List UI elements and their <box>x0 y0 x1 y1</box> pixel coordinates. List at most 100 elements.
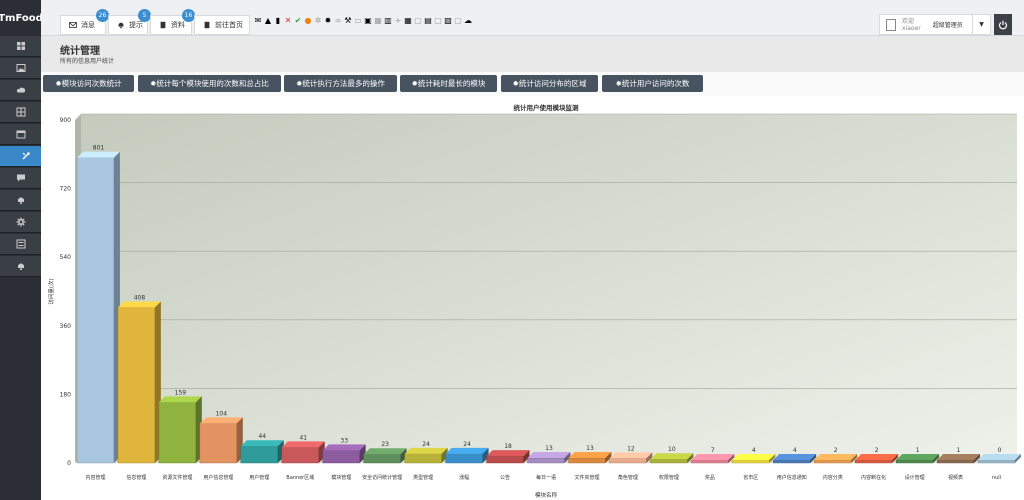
tools-icon <box>22 152 30 160</box>
bar-top <box>281 441 325 448</box>
grid-icon <box>16 107 25 117</box>
sidebar-item-list[interactable] <box>0 234 41 255</box>
user-visit-count-button[interactable]: ✹ 统计用户访问的次数 <box>602 75 703 92</box>
bar-top <box>609 452 653 459</box>
plus-icon[interactable]: + <box>394 17 402 25</box>
x-tick-label: 用户管理 <box>249 474 269 481</box>
bar <box>158 402 197 464</box>
sidebar-menu <box>0 36 51 277</box>
y-tick-label: 360 <box>60 323 72 330</box>
bar <box>895 459 934 464</box>
x-tick-label: 视频表 <box>948 474 963 481</box>
y-tick-label: 180 <box>60 391 72 398</box>
grid-icon[interactable]: ▦ <box>404 17 412 25</box>
image-icon[interactable]: ▨ <box>444 17 452 25</box>
app-logo[interactable]: TmFood <box>0 0 43 36</box>
x-tick-label: 涨幅 <box>459 474 469 481</box>
data-label: 104 <box>216 410 228 417</box>
x-tick-label: 用户信息通知 <box>777 474 807 481</box>
gear-outline-icon[interactable]: ✲ <box>314 17 322 25</box>
card-icon[interactable]: ▭ <box>354 17 362 25</box>
bar-top <box>322 444 366 451</box>
button-label: 统计用户访问的次数 <box>621 79 690 88</box>
bar <box>486 455 524 464</box>
module-usage-ratio-button[interactable]: ✹ 统计每个模块使用的次数和总占比 <box>138 75 281 92</box>
bell-icon[interactable]: ▲ <box>264 17 272 25</box>
tab-messages[interactable]: 消息 26 <box>60 9 109 35</box>
bar <box>855 459 893 464</box>
sidebar-item-bell[interactable] <box>0 256 41 277</box>
bar-top <box>199 417 243 424</box>
module-usage-chart: 0180360540720900统计用户使用模块监测访问量(次)模块名称801内… <box>47 103 1021 499</box>
data-label: 13 <box>586 445 594 452</box>
data-label: 23 <box>381 441 389 448</box>
sidebar-item-image[interactable] <box>0 58 41 79</box>
bar <box>732 459 770 464</box>
calendar-icon[interactable]: ▥ <box>384 17 392 25</box>
frame-icon[interactable]: ▢ <box>434 17 442 25</box>
x-tick-label: 用户信息管理 <box>203 474 233 481</box>
list-icon[interactable]: ▤ <box>424 17 432 25</box>
tab-hints[interactable]: 提示 5 <box>108 9 151 35</box>
y-tick-label: 900 <box>60 117 72 124</box>
slowest-module-button[interactable]: ✹ 统计耗时最长的模块 <box>400 75 497 92</box>
window-icon[interactable]: ▢ <box>414 17 422 25</box>
tools-icon[interactable]: ⚒ <box>344 17 352 25</box>
gear-icon <box>16 217 25 227</box>
sidebar-item-calendar[interactable] <box>0 124 41 145</box>
sidebar-item-grid[interactable] <box>0 102 41 123</box>
check-icon[interactable]: ✔ <box>294 17 302 25</box>
gear-icon[interactable]: ✹ <box>324 17 332 25</box>
cloud-icon <box>16 87 25 93</box>
table-icon[interactable]: ▦ <box>374 17 382 25</box>
sidebar-item-gear[interactable] <box>0 212 41 233</box>
sidebar-item-dashboard[interactable] <box>0 36 41 57</box>
data-label: 24 <box>463 441 471 448</box>
username: xiaoer <box>902 24 921 32</box>
button-label: 统计访问分布的区域 <box>518 79 587 88</box>
comment-icon[interactable]: ▣ <box>364 17 372 25</box>
data-label: 24 <box>422 441 430 448</box>
bar <box>650 458 688 464</box>
top-operations-button[interactable]: ✹ 统计执行方法最多的操作 <box>284 75 397 92</box>
logout-button[interactable] <box>994 14 1012 35</box>
page-title: 统计管理 <box>60 46 100 57</box>
dashboard-icon <box>16 42 25 50</box>
document-icon[interactable]: ▮ <box>274 17 282 25</box>
sidebar-item-comment[interactable] <box>0 168 41 189</box>
bell-icon <box>118 22 124 29</box>
bar-top <box>732 454 776 460</box>
avatar <box>886 18 896 31</box>
tab-home[interactable]: 前往首页 <box>194 15 250 35</box>
close-icon[interactable]: ✕ <box>284 17 292 25</box>
y-tick-label: 720 <box>60 186 72 193</box>
bar-top <box>568 452 612 459</box>
page-subtitle: 所有的信息用户统计 <box>60 58 115 65</box>
y-tick-label: 0 <box>67 460 71 467</box>
x-axis-label: 模块名称 <box>535 491 558 499</box>
tab-resources[interactable]: 资料 16 <box>150 9 195 35</box>
data-label: 18 <box>504 443 512 450</box>
sidebar-item-cloud[interactable] <box>0 80 41 101</box>
toolbar-icons: ✉ ▲ ▮ ✕ ✔ ● ✲ ✹ ∞ ⚒ ▭ ▣ ▦ ▥ + ▦ ▢ ▤ ▢ ▨ … <box>254 15 472 27</box>
user-dropdown-button[interactable]: ▼ <box>972 14 991 35</box>
info-icon[interactable]: ● <box>304 17 312 25</box>
data-label: 1 <box>957 447 961 454</box>
module-visit-count-button[interactable]: ✹ 模块访问次数统计 <box>43 75 134 92</box>
document-icon <box>204 21 210 29</box>
user-greeting: 欢迎 xiaoer <box>896 18 921 32</box>
bar-top <box>77 151 120 158</box>
link-icon[interactable]: ∞ <box>334 17 342 25</box>
y-tick-label: 540 <box>60 254 72 261</box>
bar <box>281 447 319 464</box>
visit-region-button[interactable]: ✹ 统计访问分布的区域 <box>501 75 598 92</box>
sidebar-item-bell[interactable] <box>0 190 41 211</box>
tab-label: 资料 <box>171 21 185 29</box>
cloud-icon[interactable]: ☁ <box>464 17 472 25</box>
list-icon <box>16 239 25 249</box>
data-label: 4 <box>793 447 797 454</box>
mail-icon[interactable]: ✉ <box>254 17 262 25</box>
box-icon[interactable]: ▢ <box>454 17 462 25</box>
bar <box>936 459 975 464</box>
x-tick-label: 省市区 <box>743 474 758 481</box>
